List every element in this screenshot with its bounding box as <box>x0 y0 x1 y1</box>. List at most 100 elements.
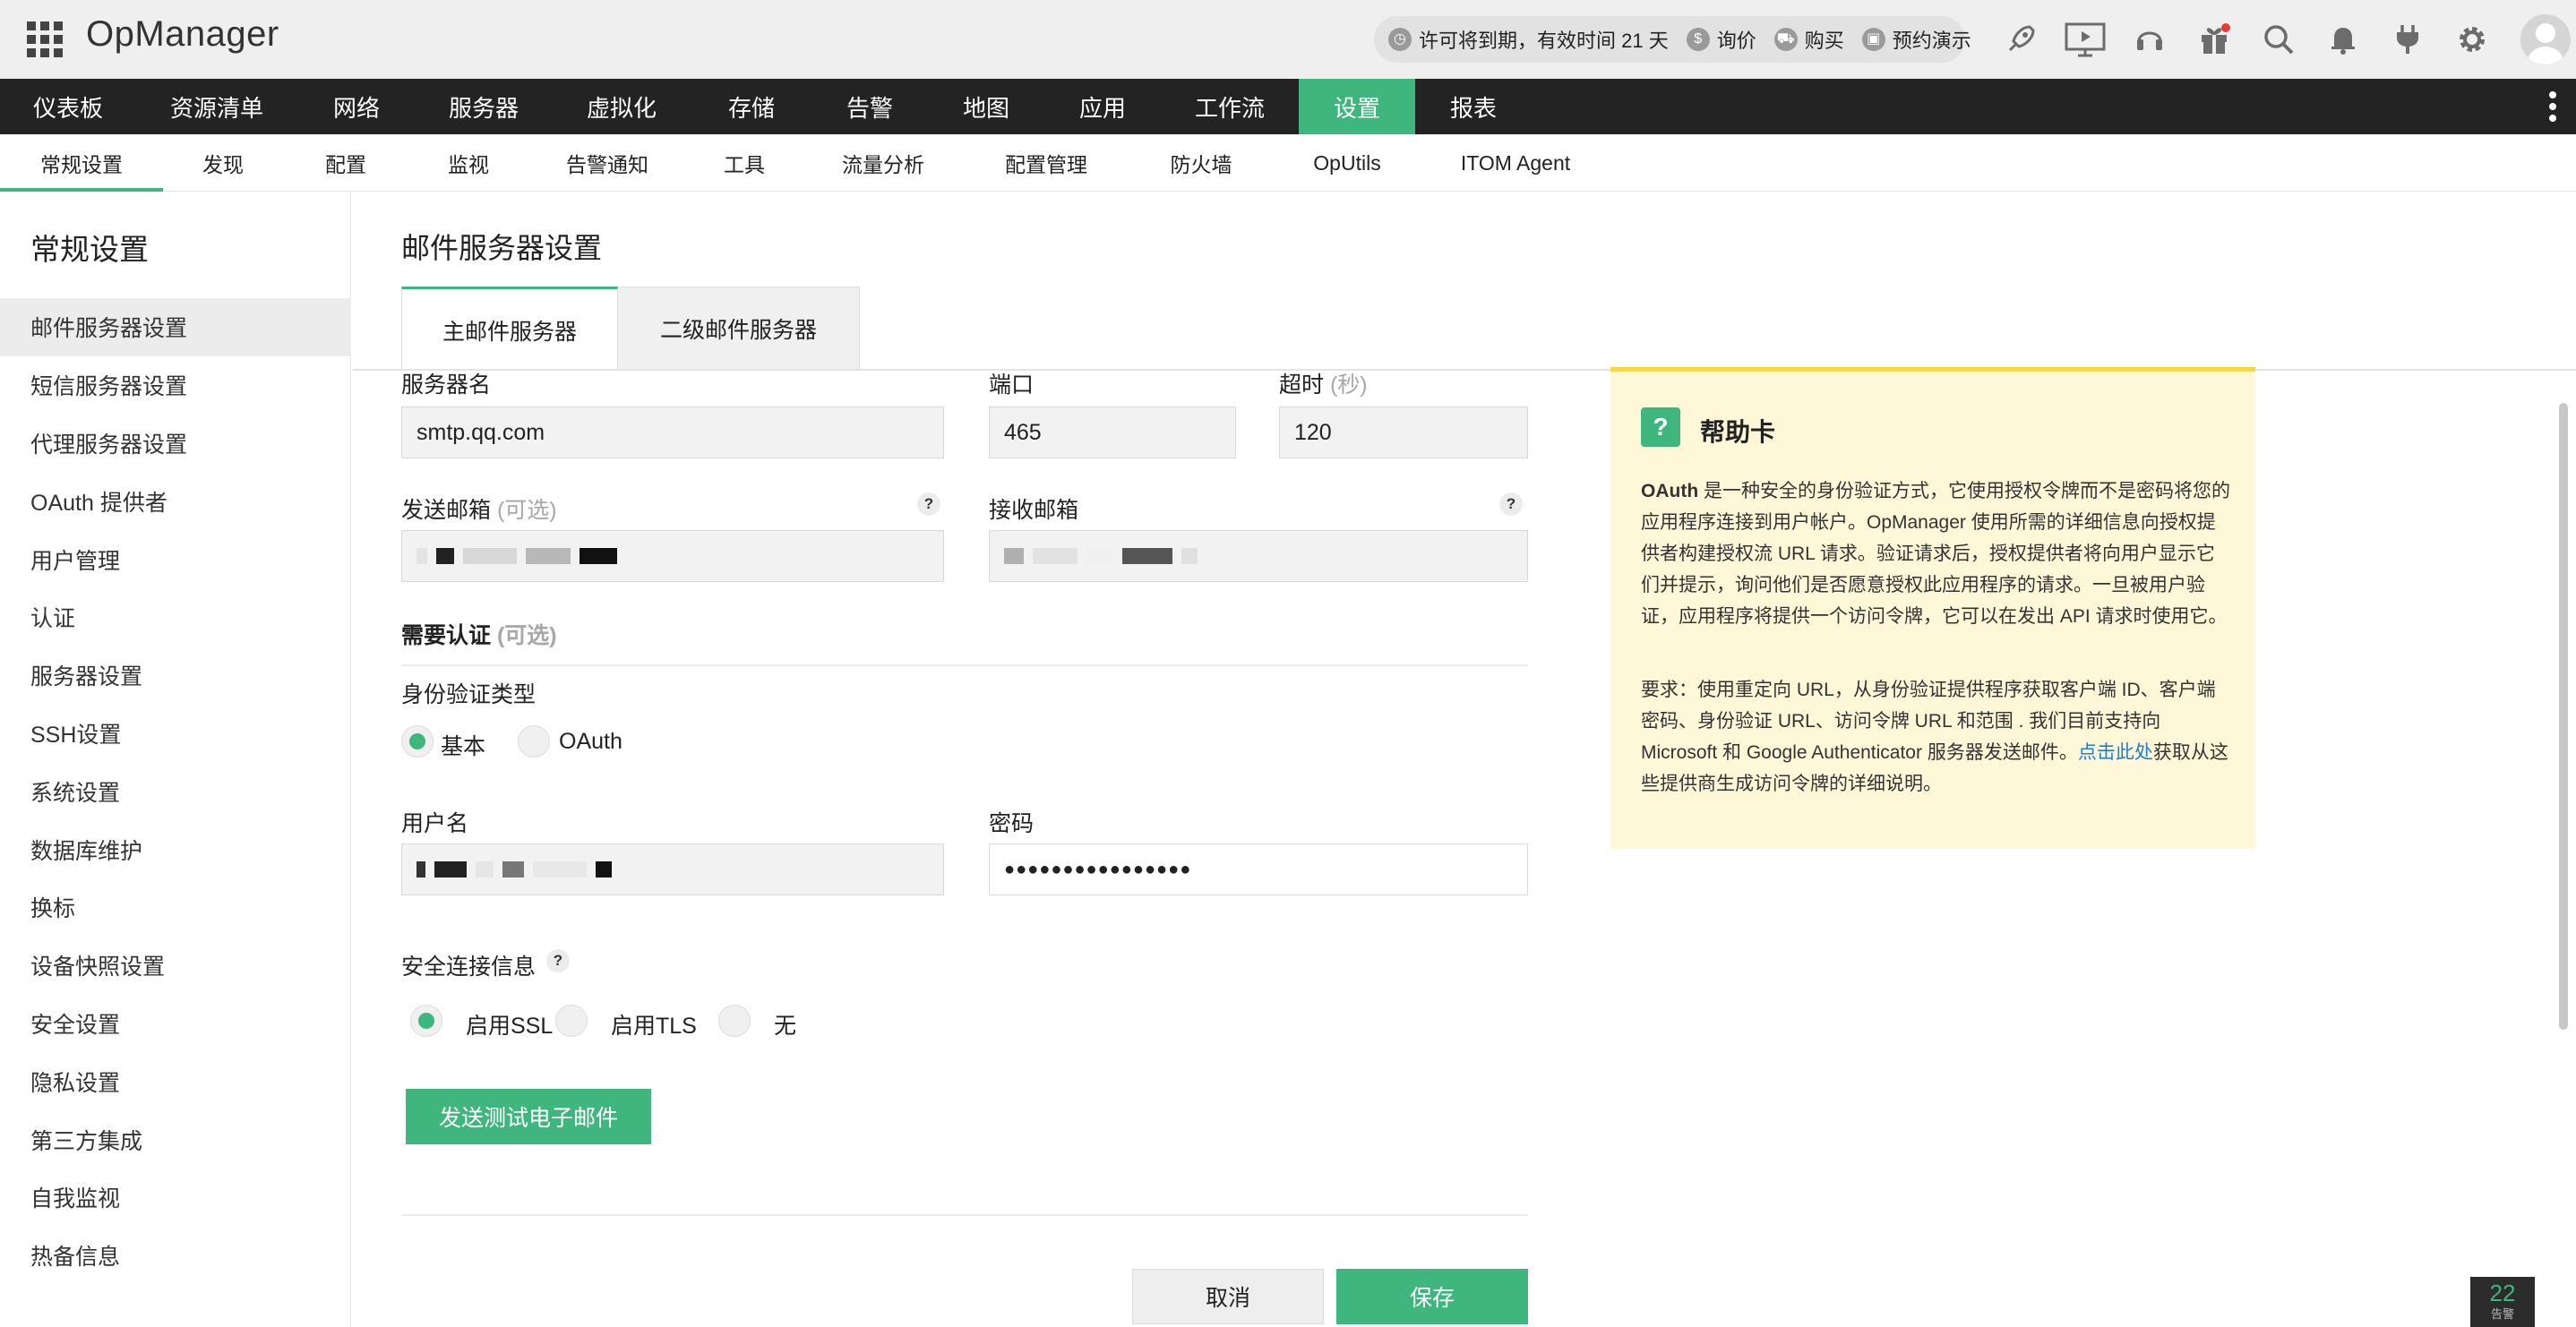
app-grid-icon[interactable] <box>27 21 63 57</box>
nav-workflow[interactable]: 工作流 <box>1161 79 1299 134</box>
ssl-label[interactable]: 启用SSL <box>466 1008 553 1040</box>
password-label: 密码 <box>989 811 1035 836</box>
auth-oauth-label[interactable]: OAuth <box>559 729 623 755</box>
bell-icon[interactable] <box>2311 14 2375 64</box>
auth-oauth-radio[interactable] <box>518 725 550 758</box>
subnav-tools[interactable]: 工具 <box>686 134 803 192</box>
auth-divider <box>401 664 1528 666</box>
port-input[interactable]: 465 <box>989 407 1236 458</box>
from-email-input[interactable] <box>401 530 944 582</box>
none-radio[interactable] <box>718 1005 751 1037</box>
to-email-input[interactable] <box>989 530 1528 582</box>
subnav-oputils[interactable]: OpUtils <box>1274 134 1421 192</box>
redacted-text <box>580 548 617 564</box>
subnav-general[interactable]: 常规设置 <box>0 134 163 192</box>
sidebar-item-self-monitoring[interactable]: 自我监视 <box>0 1169 351 1227</box>
ssl-radio[interactable] <box>410 1005 442 1037</box>
subnav-firewall[interactable]: 防火墙 <box>1129 134 1274 192</box>
presentation-icon[interactable] <box>2053 14 2117 64</box>
sidebar-item-ssh[interactable]: SSH设置 <box>0 705 351 763</box>
nav-inventory[interactable]: 资源清单 <box>136 79 297 134</box>
tab-primary-mail-server[interactable]: 主邮件服务器 <box>401 287 618 371</box>
sidebar-item-server-settings[interactable]: 服务器设置 <box>0 646 351 705</box>
to-email-label: 接收邮箱 <box>989 498 1079 523</box>
tab-secondary-mail-server[interactable]: 二级邮件服务器 <box>618 287 860 371</box>
redacted-text <box>526 548 571 564</box>
redacted-text <box>1004 548 1024 564</box>
license-expiry[interactable]: ◷ 许可将到期，有效时间 21 天 <box>1388 25 1669 54</box>
auth-basic-label[interactable]: 基本 <box>441 729 485 761</box>
tls-label[interactable]: 启用TLS <box>611 1008 697 1040</box>
sidebar-item-oauth-provider[interactable]: OAuth 提供者 <box>0 472 351 530</box>
buy-label: 购买 <box>1804 30 1844 52</box>
sidebar-item-system-settings[interactable]: 系统设置 <box>0 762 351 820</box>
gear-icon[interactable] <box>2440 14 2504 64</box>
buy-link[interactable]: ⛟ 购买 <box>1773 25 1844 54</box>
gift-icon[interactable] <box>2182 14 2246 64</box>
redacted-text <box>416 548 427 564</box>
timeout-input[interactable]: 120 <box>1279 407 1528 458</box>
nav-settings[interactable]: 设置 <box>1299 79 1415 134</box>
nav-dashboard[interactable]: 仪表板 <box>0 79 136 134</box>
subnav-itom-agent[interactable]: ITOM Agent <box>1421 134 1610 192</box>
sidebar-item-database-maintenance[interactable]: 数据库维护 <box>0 820 351 878</box>
help-click-here-link[interactable]: 点击此处 <box>2078 742 2153 763</box>
server-name-input[interactable]: smtp.qq.com <box>401 407 944 458</box>
quote-link[interactable]: $ 询价 <box>1686 25 1756 54</box>
rocket-icon[interactable] <box>1988 14 2053 64</box>
more-menu-icon[interactable] <box>2549 91 2558 122</box>
sidebar-item-authentication[interactable]: 认证 <box>0 588 351 646</box>
sidebar-item-device-snapshot[interactable]: 设备快照设置 <box>0 937 351 995</box>
sidebar-item-privacy[interactable]: 隐私设置 <box>0 1052 351 1110</box>
nav-maps[interactable]: 地图 <box>928 79 1044 134</box>
search-icon[interactable] <box>2246 14 2311 64</box>
app-title: OpManager <box>86 14 279 54</box>
username-input[interactable] <box>401 843 944 895</box>
sidebar-item-security[interactable]: 安全设置 <box>0 995 351 1053</box>
user-avatar-icon[interactable] <box>2520 14 2571 64</box>
sidebar-item-sms-server[interactable]: 短信服务器设置 <box>0 356 351 415</box>
dollar-icon: $ <box>1686 28 1710 51</box>
subnav-flow-analysis[interactable]: 流量分析 <box>803 134 964 192</box>
sidebar-list: 邮件服务器设置 短信服务器设置 代理服务器设置 OAuth 提供者 用户管理 认… <box>0 298 351 1285</box>
nav-storage[interactable]: 存储 <box>691 79 811 134</box>
timeout-label-text: 超时 <box>1279 372 1325 398</box>
nav-apps[interactable]: 应用 <box>1044 79 1161 134</box>
nav-network[interactable]: 网络 <box>297 79 416 134</box>
tls-radio[interactable] <box>555 1005 588 1037</box>
content-scrollbar[interactable] <box>2559 403 2568 1030</box>
redacted-text <box>476 861 494 878</box>
subnav-monitoring[interactable]: 监视 <box>408 134 528 192</box>
to-email-help-icon[interactable]: ? <box>1499 492 1523 516</box>
sidebar-item-third-party[interactable]: 第三方集成 <box>0 1110 351 1169</box>
page-title: 邮件服务器设置 <box>401 232 603 264</box>
subnav-discovery[interactable]: 发现 <box>163 134 283 192</box>
redacted-text <box>463 548 517 564</box>
none-label[interactable]: 无 <box>774 1008 796 1040</box>
auth-basic-radio[interactable] <box>401 725 434 758</box>
subnav-notification[interactable]: 告警通知 <box>528 134 686 192</box>
nav-servers[interactable]: 服务器 <box>416 79 552 134</box>
subnav-config-management[interactable]: 配置管理 <box>964 134 1129 192</box>
license-bar: ◷ 许可将到期，有效时间 21 天 $ 询价 ⛟ 购买 ▣ 预约演示 <box>1374 16 1971 63</box>
sidebar-item-rebranding[interactable]: 换标 <box>0 878 351 937</box>
secure-connection-help-icon[interactable]: ? <box>546 949 570 972</box>
sidebar-item-proxy-server[interactable]: 代理服务器设置 <box>0 415 351 473</box>
save-button[interactable]: 保存 <box>1336 1269 1528 1324</box>
nav-virtualization[interactable]: 虚拟化 <box>552 79 691 134</box>
headset-icon[interactable] <box>2117 14 2182 64</box>
redacted-text <box>596 861 612 878</box>
send-test-email-button[interactable]: 发送测试电子邮件 <box>406 1089 651 1144</box>
password-input[interactable]: ●●●●●●●●●●●●●●●● <box>989 843 1528 895</box>
alarm-count-badge[interactable]: 22 告警 <box>2470 1277 2535 1327</box>
cancel-button[interactable]: 取消 <box>1132 1269 1324 1324</box>
sidebar-item-mail-server[interactable]: 邮件服务器设置 <box>0 298 351 356</box>
sidebar-item-user-management[interactable]: 用户管理 <box>0 530 351 588</box>
plug-icon[interactable] <box>2375 14 2440 64</box>
from-email-help-icon[interactable]: ? <box>917 492 940 516</box>
nav-reports[interactable]: 报表 <box>1415 79 1532 134</box>
subnav-configuration[interactable]: 配置 <box>283 134 408 192</box>
nav-alarms[interactable]: 告警 <box>811 79 928 134</box>
demo-link[interactable]: ▣ 预约演示 <box>1861 25 1971 54</box>
sidebar-item-failover[interactable]: 热备信息 <box>0 1227 351 1285</box>
